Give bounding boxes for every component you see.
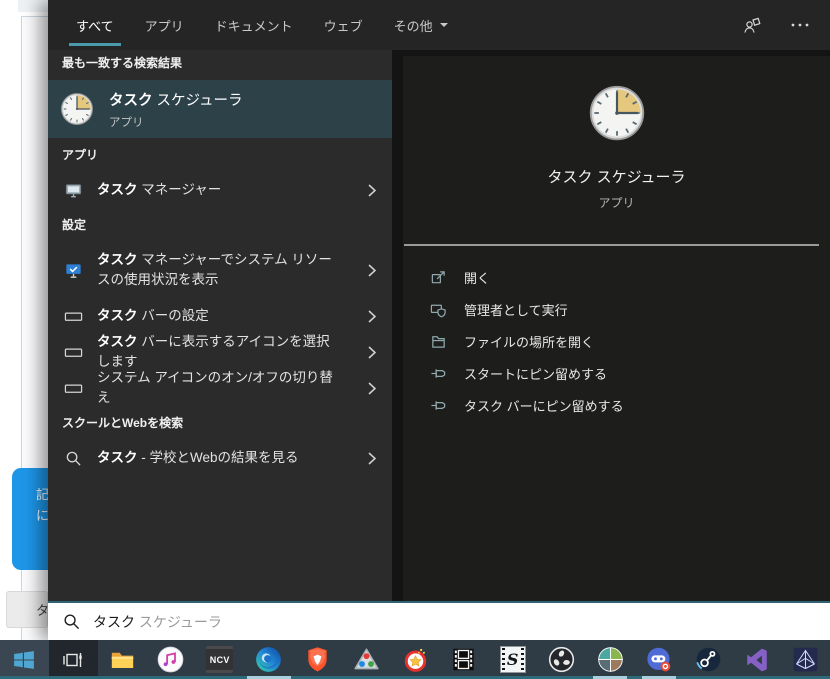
edge-icon [255,646,282,673]
preview-title: タスク スケジューラ [547,166,685,187]
search-icon [63,613,80,630]
taskbar-icon-reaper[interactable] [586,640,635,679]
color-triangle-icon [353,646,380,673]
taskbar-icon-itunes[interactable] [146,640,195,679]
taskbar: NCV [0,640,830,679]
search-suggestion-text: スケジューラ [135,612,222,632]
web-section-header: スクールとWebを検索 [48,406,392,440]
system-resources-monitor-icon [62,261,84,280]
taskbar-icon-file-explorer[interactable] [98,640,147,679]
taskbar-settings-icon [62,307,84,326]
action-pin-to-taskbar[interactable]: タスク バーにピン留めする [430,389,830,421]
chevron-right-icon [368,310,376,323]
film-strip-icon [450,646,477,673]
run-as-administrator-icon [430,301,447,318]
action-run-as-administrator[interactable]: 管理者として実行 [430,293,830,325]
result-taskbar-settings[interactable]: タスク バーの設定 [48,298,392,334]
reaper-icon [597,646,624,673]
taskbar-icon-edge[interactable] [244,640,293,679]
visual-studio-icon [744,647,770,673]
result-system-resources[interactable]: タスク マネージャーでシステム リソースの使用状況を表示 [48,242,392,298]
result-task-manager[interactable]: タスク マネージャー [48,172,392,208]
taskbar-icon-bomb[interactable] [391,640,440,679]
search-filter-tabbar: すべて アプリ ドキュメント ウェブ その他 [48,0,830,50]
task-view-button[interactable] [49,640,98,679]
ncv-icon: NCV [206,646,233,673]
windows-logo-icon [13,649,35,671]
taskbar-icon-obs-studio[interactable] [537,640,586,679]
tab-documents[interactable]: ドキュメント [215,0,293,50]
taskbar-icon-film-strip[interactable] [439,640,488,679]
task-scheduler-clock-icon [588,84,646,142]
preview-subtitle: アプリ [598,194,634,211]
chevron-right-icon [368,452,376,465]
taskbar-icon-color-triangle[interactable] [342,640,391,679]
result-search-web[interactable]: タスク - 学校とWebの結果を見る [48,440,392,476]
taskbar-icon-steam[interactable] [684,640,733,679]
search-flyout: すべて アプリ ドキュメント ウェブ その他 最も一致す [48,0,830,640]
search-icon [62,450,84,467]
search-input[interactable]: タスク スケジューラ [48,601,830,640]
best-match-header: 最も一致する検索結果 [48,50,392,80]
preview-panel: タスク スケジューラ アプリ 開く [403,56,830,601]
ornate-s-icon: S [500,646,526,673]
pin-to-taskbar-icon [430,397,447,414]
taskbar-icon-ncv[interactable]: NCV [195,640,244,679]
steam-icon [695,646,722,673]
itunes-icon [157,646,184,673]
game-controller-icon [645,646,673,674]
search-results-list: 最も一致する検索結果 タスク スケジューラ アプリ アプリ [48,50,392,601]
task-view-icon [61,648,85,672]
pin-to-start-icon [430,365,447,382]
action-pin-to-start[interactable]: スタートにピン留めする [430,357,830,389]
obs-studio-icon [548,646,575,673]
start-button[interactable] [0,640,49,679]
chevron-down-icon [440,23,448,31]
taskbar-settings-icon [62,343,84,362]
apps-section-header: アプリ [48,138,392,172]
action-open-file-location[interactable]: ファイルの場所を開く [430,325,830,357]
tab-all[interactable]: すべて [76,0,114,50]
open-icon [430,269,447,286]
tab-apps[interactable]: アプリ [145,0,184,50]
feedback-icon[interactable] [742,15,762,35]
taskbar-icon-wireframe-app[interactable] [781,640,830,679]
panel-divider [392,50,403,601]
taskbar-icon-ornate-s[interactable]: S [488,640,537,679]
brave-icon [305,646,330,673]
best-match-result[interactable]: タスク スケジューラ アプリ [48,80,392,138]
wireframe-app-icon [792,646,819,673]
chevron-right-icon [368,184,376,197]
chevron-right-icon [368,264,376,277]
tab-web[interactable]: ウェブ [324,0,363,50]
chevron-right-icon [368,382,376,395]
chevron-right-icon [368,346,376,359]
search-typed-text: タスク [93,612,135,632]
tab-more[interactable]: その他 [394,0,448,50]
settings-section-header: 設定 [48,208,392,242]
bomb-icon [402,646,429,673]
file-explorer-icon [109,646,136,673]
taskbar-icon-visual-studio[interactable] [732,640,781,679]
more-icon[interactable] [790,22,810,28]
task-manager-icon [62,181,84,200]
result-system-icons-toggle[interactable]: システム アイコンのオン/オフの切り替え [48,370,392,406]
taskbar-settings-icon [62,379,84,398]
taskbar-icon-game-controller[interactable] [635,640,684,679]
action-open[interactable]: 開く [430,261,830,293]
best-match-subtitle: アプリ [109,114,243,130]
background-page-toolbar [18,0,48,12]
taskbar-icon-brave[interactable] [293,640,342,679]
result-select-taskbar-icons[interactable]: タスク バーに表示するアイコンを選択します [48,334,392,370]
background-page-button[interactable]: タ [6,591,48,628]
task-scheduler-clock-icon [60,92,94,126]
open-file-location-icon [430,333,447,350]
screen: 記 に タ すべて アプリ ドキュメント ウェブ その他 [0,0,830,679]
